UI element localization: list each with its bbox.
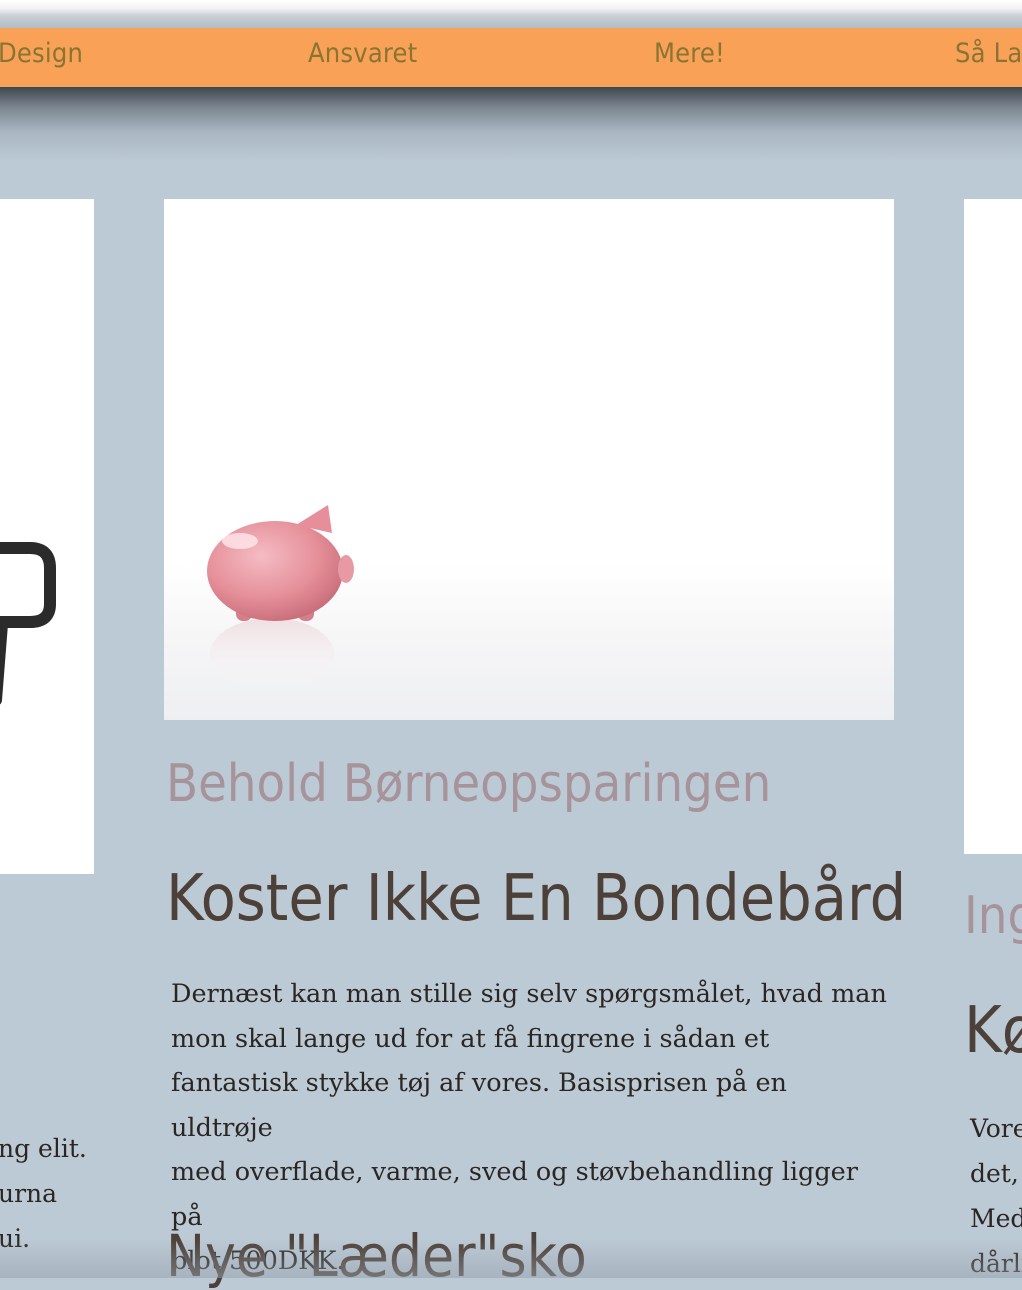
article-body-line: fantastisk stykke tøj af vores. Basispri… bbox=[171, 1068, 787, 1143]
browser-top-strip bbox=[0, 0, 1022, 28]
nav-item-mere[interactable]: Mere! bbox=[654, 38, 725, 69]
right-article-kicker: Ing bbox=[964, 886, 1022, 946]
right-body-line: Med bbox=[970, 1204, 1022, 1233]
article-body-line: mon skal lange ud for at få fingrene i s… bbox=[171, 1023, 770, 1054]
piggy-bank-image bbox=[207, 505, 354, 690]
main-article-image[interactable] bbox=[164, 199, 894, 720]
right-body-line: dårli bbox=[970, 1249, 1022, 1278]
left-article-image[interactable] bbox=[0, 199, 94, 874]
right-article-headline: Kø bbox=[964, 994, 1022, 1068]
left-body-line: ng elit. bbox=[0, 1134, 87, 1163]
left-article-body: ng elit. urna ui. bbox=[0, 1126, 89, 1261]
nav-item-ansvaret[interactable]: Ansvaret bbox=[308, 38, 417, 69]
logo-fragment-icon bbox=[0, 542, 56, 705]
nav-drop-shadow bbox=[0, 87, 1022, 162]
right-body-line: Vore bbox=[970, 1114, 1022, 1143]
right-article-image[interactable] bbox=[964, 199, 1022, 854]
nav-item-saa-la[interactable]: Så La bbox=[955, 38, 1022, 69]
right-body-line: det, bbox=[970, 1159, 1019, 1188]
left-body-line: urna bbox=[0, 1179, 58, 1208]
left-body-line: ui. bbox=[0, 1224, 31, 1253]
right-article-body: Vore det, Med dårli bbox=[970, 1106, 1022, 1286]
article-subhead: Nye "Læder"sko bbox=[166, 1222, 587, 1290]
article-kicker: Behold Børneopsparingen bbox=[166, 754, 772, 814]
article-headline: Koster Ikke En Bondebård bbox=[166, 862, 907, 936]
article-body-line: Dernæst kan man stille sig selv spørgsmå… bbox=[171, 979, 887, 1009]
nav-item-design[interactable]: Design bbox=[0, 38, 83, 69]
top-navigation: Design Ansvaret Mere! Så La bbox=[0, 28, 1022, 87]
